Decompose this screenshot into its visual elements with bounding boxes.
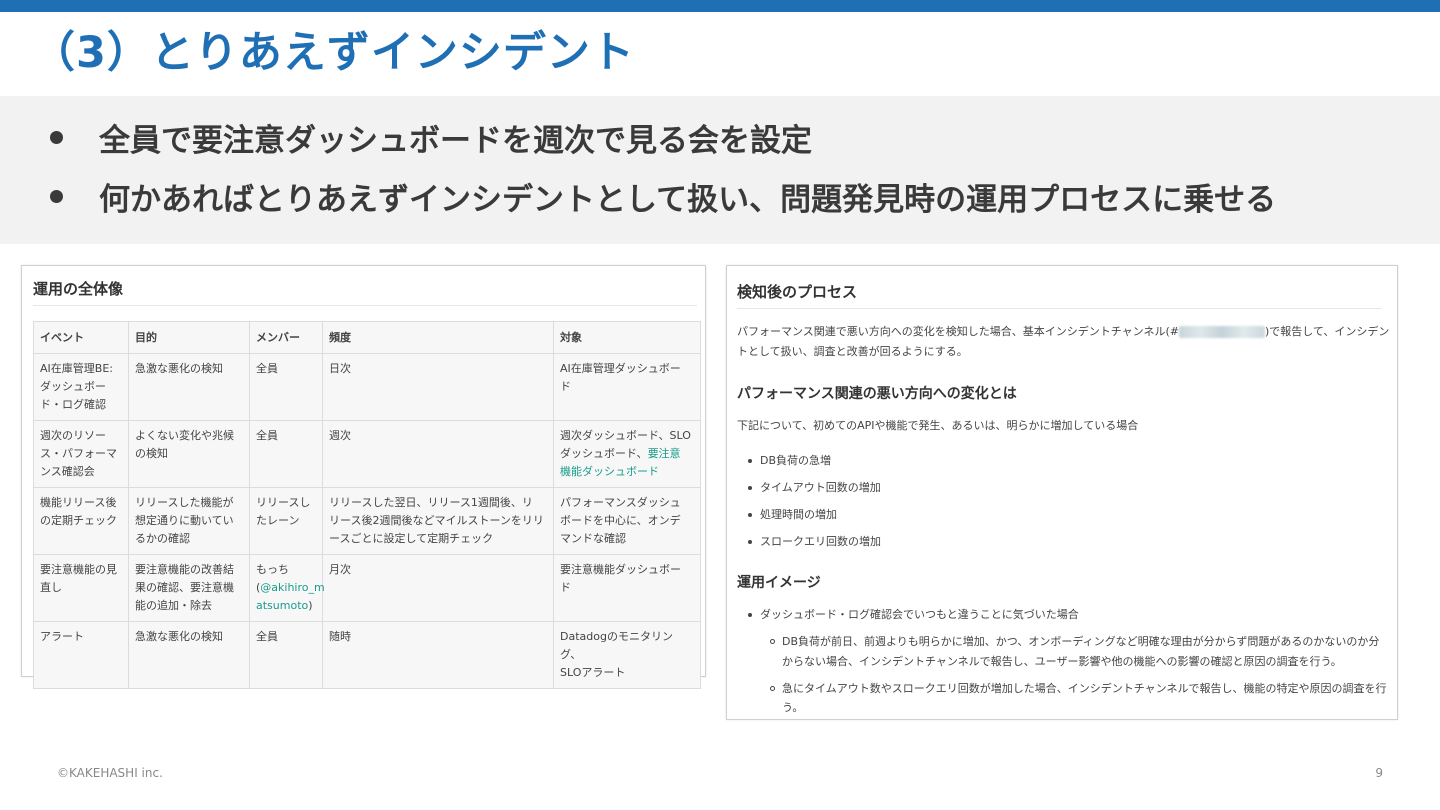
target-cell: AI在庫管理ダッシュボード [553, 353, 701, 421]
table-row: 要注意機能の見 直し 要注意機能の改善結 果の確認、要注意機 能の追加・除去 もっち(@a… [33, 554, 701, 622]
table-row: 機能リリース後 の定期チェック リリースした機能が 想定通りに動いてい るかの確認 リリー… [33, 487, 701, 555]
frequency-cell: リリースした翌日、リリース1週間後、リ リース後2週間後などマイルストーンをリリー… [322, 487, 554, 555]
nested-list-item-continuation: う。 [782, 701, 804, 714]
member-cell: もっち(@akihiro_m atsumoto) [249, 554, 325, 622]
bullet-item: 何かあればとりあえずインシデントとして扱い、問題発見時の運用プロセスに乗せる [50, 174, 1276, 219]
purpose-cell: よくない変化や兆候 の検知 [128, 420, 250, 488]
bullet-dot-icon [748, 459, 752, 463]
bullet-dot-icon [50, 190, 63, 203]
list-item: 処理時間の増加 [748, 505, 837, 524]
event-cell: 要注意機能の見 直し [33, 554, 129, 622]
frequency-cell: 月次 [322, 554, 554, 622]
member-cell: 全員 [249, 621, 323, 689]
event-cell: 機能リリース後 の定期チェック [33, 487, 129, 555]
list-item: DB負荷の急増 [748, 451, 832, 470]
purpose-cell: 要注意機能の改善結 果の確認、要注意機 能の追加・除去 [128, 554, 250, 622]
member-cell: 全員 [249, 420, 323, 488]
event-cell: 週次のリソー ス・パフォーマ ンス確認会 [33, 420, 129, 488]
member-cell: 全員 [249, 353, 323, 421]
post-detection-process-panel: 検知後のプロセス パフォーマンス関連で悪い方向への変化を検知した場合、基本インシ… [726, 265, 1398, 720]
column-header: 対象 [553, 321, 701, 354]
purpose-cell: 急激な悪化の検知 [128, 621, 250, 689]
slide-title: （3）とりあえずインシデント [32, 28, 635, 78]
frequency-cell: 日次 [322, 353, 554, 421]
circle-bullet-icon [770, 686, 775, 691]
column-header: 頻度 [322, 321, 554, 354]
target-cell: 週次ダッシュボード、SLO ダッシュボード、要注意 機能ダッシュボード [553, 420, 701, 488]
section-subheading: パフォーマンス関連の悪い方向への変化とは [737, 386, 1017, 402]
table-row: AI在庫管理BE: ダッシュボー ド・ログ確認 急激な悪化の検知 全員 日次 AI在庫管理ダ… [33, 353, 701, 421]
panel-heading: 検知後のプロセス [737, 283, 858, 301]
member-cell: リリースし たレーン [249, 487, 323, 555]
target-cell: パフォーマンスダッシュ ボードを中心に、オンデ マンドな確認 [553, 487, 701, 555]
operations-overview-panel: 運用の全体像 イベント 目的 メンバー 頻度 対象 AI在庫管理BE: ダッシュボ… [21, 265, 706, 689]
section-subheading: 運用イメージ [737, 575, 821, 591]
intro-text: パフォーマンス関連で悪い方向への変化を検知した場合、基本インシデントチャンネル(… [737, 325, 1179, 338]
panel-heading: 運用の全体像 [33, 280, 124, 298]
circle-bullet-icon [770, 639, 775, 644]
bullet-item: 全員で要注意ダッシュボードを週次で見る会を設定 [50, 115, 812, 160]
frequency-cell: 週次 [322, 420, 554, 488]
bullet-text: 何かあればとりあえずインシデントとして扱い、問題発見時の運用プロセスに乗せる [99, 182, 1277, 218]
purpose-cell: リリースした機能が 想定通りに動いてい るかの確認 [128, 487, 250, 555]
nested-list-item: DB負荷が前日、前週よりも明らかに増加、かつ、オンボーディングなど明確な理由が分… [770, 632, 1380, 651]
divider [33, 305, 697, 306]
bullet-dot-icon [50, 131, 63, 144]
user-mention-link[interactable]: atsumoto [256, 599, 308, 612]
bullet-text: 全員で要注意ダッシュボードを週次で見る会を設定 [99, 123, 812, 159]
dashboard-link[interactable]: 要注意 [648, 447, 681, 460]
list-item-text: 処理時間の増加 [760, 508, 837, 521]
table-header-row: イベント 目的 メンバー 頻度 対象 [33, 321, 701, 354]
column-header: イベント [33, 321, 129, 354]
copyright: ©KAKEHASHI inc. [57, 766, 163, 780]
list-item-text: タイムアウト回数の増加 [760, 481, 881, 494]
table-row: 週次のリソー ス・パフォーマ ンス確認会 よくない変化や兆候 の検知 全員 週次 週次ダッシュ… [33, 420, 701, 488]
intro-paragraph-line: パフォーマンス関連で悪い方向への変化を検知した場合、基本インシデントチャンネル(… [737, 322, 1389, 341]
bullet-dot-icon [748, 486, 752, 490]
list-item: タイムアウト回数の増加 [748, 478, 881, 497]
purpose-cell: 急激な悪化の検知 [128, 353, 250, 421]
list-item-text: ダッシュボード・ログ確認会でいつもと違うことに気づいた場合 [760, 608, 1079, 621]
event-cell: AI在庫管理BE: ダッシュボー ド・ログ確認 [33, 353, 129, 421]
user-mention-link[interactable]: @akihiro_m [260, 581, 324, 594]
column-header: メンバー [249, 321, 323, 354]
intro-paragraph-line: トとして扱い、調査と改善が回るようにする。 [737, 345, 968, 358]
target-cell: 要注意機能ダッシュボード [553, 554, 701, 622]
list-item: スロークエリ回数の増加 [748, 532, 881, 551]
bullet-dot-icon [748, 540, 752, 544]
list-item-text: DB負荷の急増 [760, 454, 832, 467]
operations-table: イベント 目的 メンバー 頻度 対象 AI在庫管理BE: ダッシュボー ド・ログ確認… [33, 321, 701, 689]
divider [737, 308, 1382, 309]
intro-text: )で報告して、インシデン [1264, 325, 1390, 338]
list-item: ダッシュボード・ログ確認会でいつもと違うことに気づいた場合 [748, 605, 1079, 624]
bullet-dot-icon [748, 513, 752, 517]
column-header: 目的 [128, 321, 250, 354]
nested-list-item: 急にタイムアウト数やスロークエリ回数が増加した場合、インシデントチャンネルで報告… [770, 679, 1387, 698]
list-item-text: 急にタイムアウト数やスロークエリ回数が増加した場合、インシデントチャンネルで報告… [782, 682, 1387, 695]
list-item-text: スロークエリ回数の増加 [760, 535, 881, 548]
target-cell: Datadogのモニタリング、 SLOアラート [553, 621, 701, 689]
list-item-text: DB負荷が前日、前週よりも明らかに増加、かつ、オンボーディングなど明確な理由が分… [782, 635, 1380, 648]
section-text: 下記について、初めてのAPIや機能で発生、あるいは、明らかに増加している場合 [737, 419, 1139, 432]
frequency-cell: 随時 [322, 621, 554, 689]
event-cell: アラート [33, 621, 129, 689]
bullet-dot-icon [748, 613, 752, 617]
nested-list-item-continuation: からない場合、インシデントチャンネルで報告し、ユーザー影響や他の機能への影響の確… [782, 655, 1342, 668]
page-number: 9 [1375, 766, 1383, 780]
dashboard-link[interactable]: 機能ダッシュボード [560, 465, 659, 478]
redacted-channel-name [1178, 326, 1265, 338]
table-row: アラート 急激な悪化の検知 全員 随時 Datadogのモニタリング、 SLOアラート [33, 621, 701, 689]
top-accent-bar [0, 0, 1440, 12]
